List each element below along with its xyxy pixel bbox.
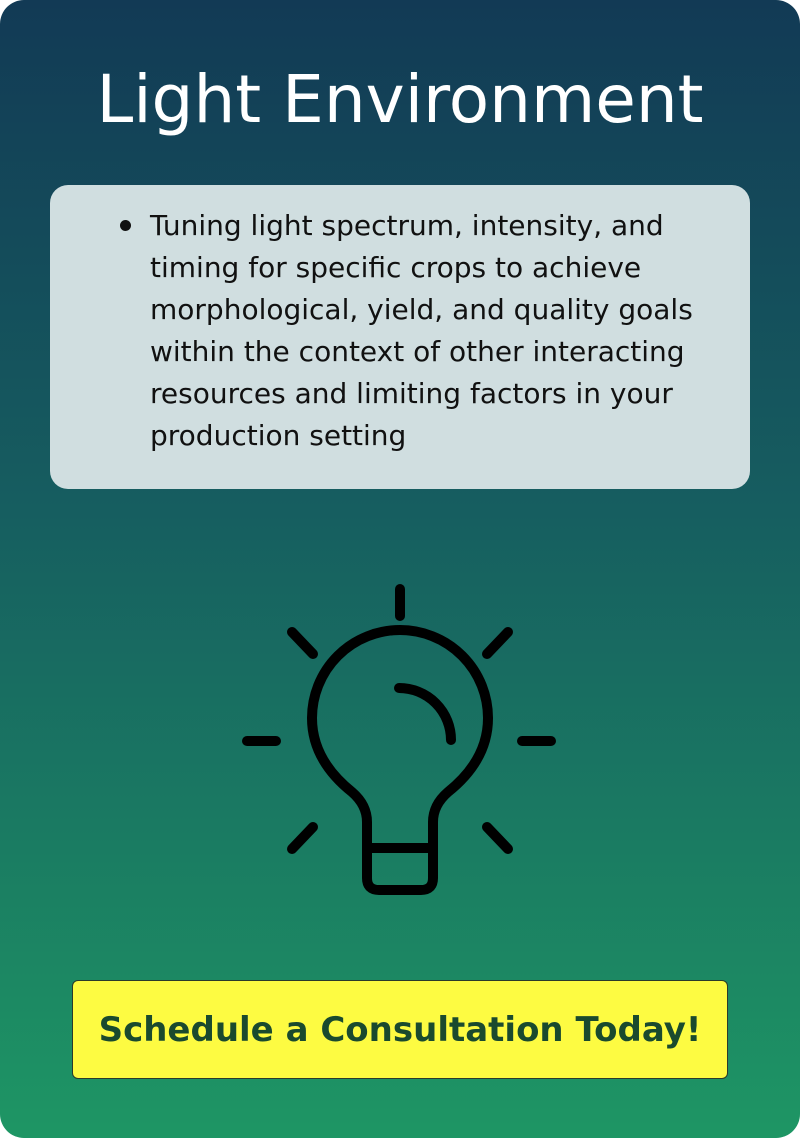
ray-lower-right: [482, 822, 513, 854]
list-item: Tuning light spectrum, intensity, and ti…: [120, 205, 750, 457]
service-card: Light Environment Tuning light spectrum,…: [0, 0, 800, 1138]
description-list: Tuning light spectrum, intensity, and ti…: [50, 205, 750, 457]
cta-label: Schedule a Consultation Today!: [98, 1009, 702, 1050]
card-title: Light Environment: [96, 61, 704, 138]
bulb-base: [362, 843, 438, 895]
schedule-consultation-button[interactable]: Schedule a Consultation Today!: [72, 980, 728, 1079]
ray-upper-right: [482, 627, 513, 659]
bullet-icon: [120, 220, 131, 231]
description-box: Tuning light spectrum, intensity, and ti…: [50, 185, 750, 489]
ray-upper-left: [287, 627, 318, 659]
bulb-highlight: [394, 683, 456, 745]
list-item-text: Tuning light spectrum, intensity, and ti…: [150, 209, 693, 452]
lightbulb-icon: [242, 584, 556, 895]
ray-lower-left: [287, 822, 318, 854]
bulb-outline: [307, 625, 493, 853]
